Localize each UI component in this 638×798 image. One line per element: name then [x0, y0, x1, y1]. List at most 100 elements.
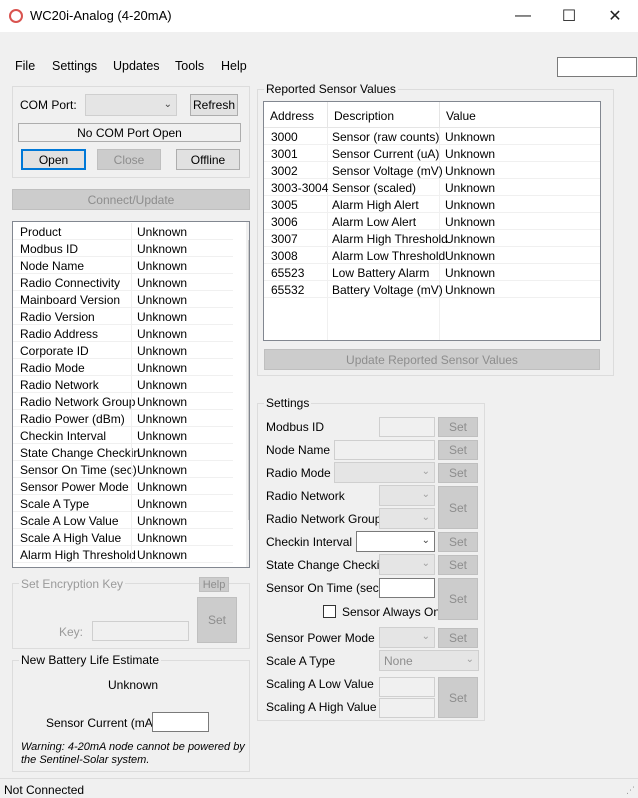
list-item[interactable]: Node Name Unknown — [13, 257, 233, 274]
cell-address: 3007 — [271, 232, 298, 246]
menu-text-field[interactable] — [557, 57, 637, 77]
list-item[interactable]: Mainboard Version Unknown — [13, 291, 233, 308]
list-item[interactable]: Radio Network Group Unknown — [13, 393, 233, 410]
menu-help[interactable]: Help — [221, 59, 247, 73]
list-item[interactable]: Modbus ID Unknown — [13, 240, 233, 257]
table-row[interactable]: 3000 Sensor (raw counts) Unknown — [264, 128, 600, 145]
scroll-down-icon[interactable]: ▼ — [249, 553, 250, 564]
menu-updates[interactable]: Updates — [113, 59, 160, 73]
list-item-value: Unknown — [137, 412, 188, 426]
scale-a-type-select[interactable]: None ⌄ — [379, 650, 479, 671]
list-item-key: Radio Power (dBm) — [20, 412, 125, 426]
sensor-on-time-input[interactable] — [379, 578, 435, 598]
table-row[interactable]: 3001 Sensor Current (uA) Unknown — [264, 145, 600, 162]
table-row[interactable]: 3007 Alarm High Threshold Unknown — [264, 230, 600, 247]
table-row[interactable]: 65523 Low Battery Alarm Unknown — [264, 264, 600, 281]
node-name-set-button[interactable]: Set — [438, 440, 478, 460]
update-reported-values-button[interactable]: Update Reported Sensor Values — [264, 349, 600, 370]
sensor-power-mode-set-button[interactable]: Set — [438, 628, 478, 648]
list-item-value: Unknown — [137, 378, 188, 392]
maximize-button[interactable]: ☐ — [546, 0, 592, 32]
list-item-key: Sensor Power Mode — [20, 480, 129, 494]
sensor-power-mode-select[interactable]: ⌄ — [379, 627, 435, 648]
modbus-id-set-button[interactable]: Set — [438, 417, 478, 437]
scaling-a-low-input[interactable] — [379, 677, 435, 697]
reported-values-table[interactable]: Address Description Value 3000 Sensor (ra… — [263, 101, 601, 341]
scaling-a-low-label: Scaling A Low Value — [266, 677, 374, 691]
scroll-thumb[interactable] — [248, 240, 249, 520]
list-item[interactable]: Scale A Low Value Unknown — [13, 512, 233, 529]
scaling-set-button[interactable]: Set — [438, 677, 478, 718]
radio-mode-select[interactable]: ⌄ — [334, 462, 435, 483]
list-item[interactable]: Scale A High Value Unknown — [13, 529, 233, 546]
list-item-value: Unknown — [137, 497, 188, 511]
node-name-input[interactable] — [334, 440, 435, 460]
column-header-address[interactable]: Address — [264, 102, 328, 128]
list-item[interactable]: Radio Connectivity Unknown — [13, 274, 233, 291]
list-item[interactable]: Product Unknown — [13, 223, 233, 240]
scale-a-type-label: Scale A Type — [266, 654, 336, 668]
refresh-button[interactable]: Refresh — [190, 94, 238, 116]
cell-address: 3003-3004 — [271, 181, 329, 195]
connect-update-button[interactable]: Connect/Update — [12, 189, 250, 210]
state-change-checkin-select[interactable]: ⌄ — [379, 554, 435, 575]
list-item[interactable]: Scale A Type Unknown — [13, 495, 233, 512]
list-item[interactable]: Radio Address Unknown — [13, 325, 233, 342]
sensor-current-input[interactable] — [152, 712, 209, 732]
com-port-select[interactable]: ⌄ — [85, 94, 177, 116]
column-header-description[interactable]: Description — [328, 102, 440, 128]
list-item[interactable]: Radio Network Unknown — [13, 376, 233, 393]
table-row[interactable]: 3005 Alarm High Alert Unknown — [264, 196, 600, 213]
table-row[interactable]: 3002 Sensor Voltage (mV) Unknown — [264, 162, 600, 179]
sensor-always-on-checkbox[interactable] — [323, 605, 336, 618]
offline-button[interactable]: Offline — [176, 149, 240, 170]
table-row[interactable]: 65532 Battery Voltage (mV) Unknown — [264, 281, 600, 298]
list-item[interactable]: Corporate ID Unknown — [13, 342, 233, 359]
checkin-interval-select[interactable]: ⌄ — [356, 531, 435, 552]
state-change-checkin-set-button[interactable]: Set — [438, 555, 478, 575]
close-window-button[interactable]: ✕ — [592, 0, 638, 32]
resize-grip-icon[interactable]: ⋰ — [626, 785, 635, 796]
cell-value: Unknown — [445, 198, 496, 212]
scroll-up-icon[interactable]: ▲ — [249, 224, 250, 235]
column-header-value[interactable]: Value — [440, 102, 600, 128]
list-item[interactable]: Sensor On Time (sec) Unknown — [13, 461, 233, 478]
list-item[interactable]: Alarm High Threshold Unknown — [13, 546, 233, 563]
modbus-id-input[interactable] — [379, 417, 435, 437]
radio-network-set-button[interactable]: Set — [438, 486, 478, 529]
list-item-key: Node Name — [20, 259, 85, 273]
encryption-key-input[interactable] — [92, 621, 189, 641]
list-item[interactable]: State Change Checkin Unknown — [13, 444, 233, 461]
cell-value: Unknown — [445, 283, 496, 297]
list-item[interactable]: Radio Power (dBm) Unknown — [13, 410, 233, 427]
list-item[interactable]: Radio Version Unknown — [13, 308, 233, 325]
radio-mode-set-button[interactable]: Set — [438, 463, 478, 483]
table-row[interactable]: 3003-3004 Sensor (scaled) Unknown — [264, 179, 600, 196]
table-row[interactable]: 3006 Alarm Low Alert Unknown — [264, 213, 600, 230]
menu-tools[interactable]: Tools — [175, 59, 204, 73]
table-row[interactable]: 3008 Alarm Low Threshold Unknown — [264, 247, 600, 264]
minimize-button[interactable]: — — [500, 0, 546, 32]
radio-network-group-select[interactable]: ⌄ — [379, 508, 435, 529]
device-info-list[interactable]: Product Unknown Modbus ID Unknown Node Name U… — [12, 221, 250, 568]
checkin-interval-set-button[interactable]: Set — [438, 532, 478, 552]
device-info-scrollbar[interactable]: ▲ ▼ — [246, 222, 250, 567]
list-item-value: Unknown — [137, 242, 188, 256]
encryption-help-button[interactable]: Help — [199, 577, 229, 592]
cell-address: 3008 — [271, 249, 298, 263]
list-item[interactable]: Sensor Power Mode Unknown — [13, 478, 233, 495]
encryption-set-button[interactable]: Set — [197, 597, 237, 643]
battery-warning-text: Warning: 4-20mA node cannot be powered b… — [21, 741, 245, 766]
list-item[interactable]: Radio Mode Unknown — [13, 359, 233, 376]
open-button[interactable]: Open — [21, 149, 86, 170]
scaling-a-high-input[interactable] — [379, 698, 435, 718]
cell-value: Unknown — [445, 232, 496, 246]
close-port-button[interactable]: Close — [97, 149, 161, 170]
list-item-value: Unknown — [137, 514, 188, 528]
radio-network-select[interactable]: ⌄ — [379, 485, 435, 506]
menu-file[interactable]: File — [15, 59, 35, 73]
list-item[interactable]: Checkin Interval Unknown — [13, 427, 233, 444]
sensor-power-mode-label: Sensor Power Mode — [266, 631, 375, 645]
menu-settings[interactable]: Settings — [52, 59, 97, 73]
sensor-on-time-set-button[interactable]: Set — [438, 578, 478, 620]
